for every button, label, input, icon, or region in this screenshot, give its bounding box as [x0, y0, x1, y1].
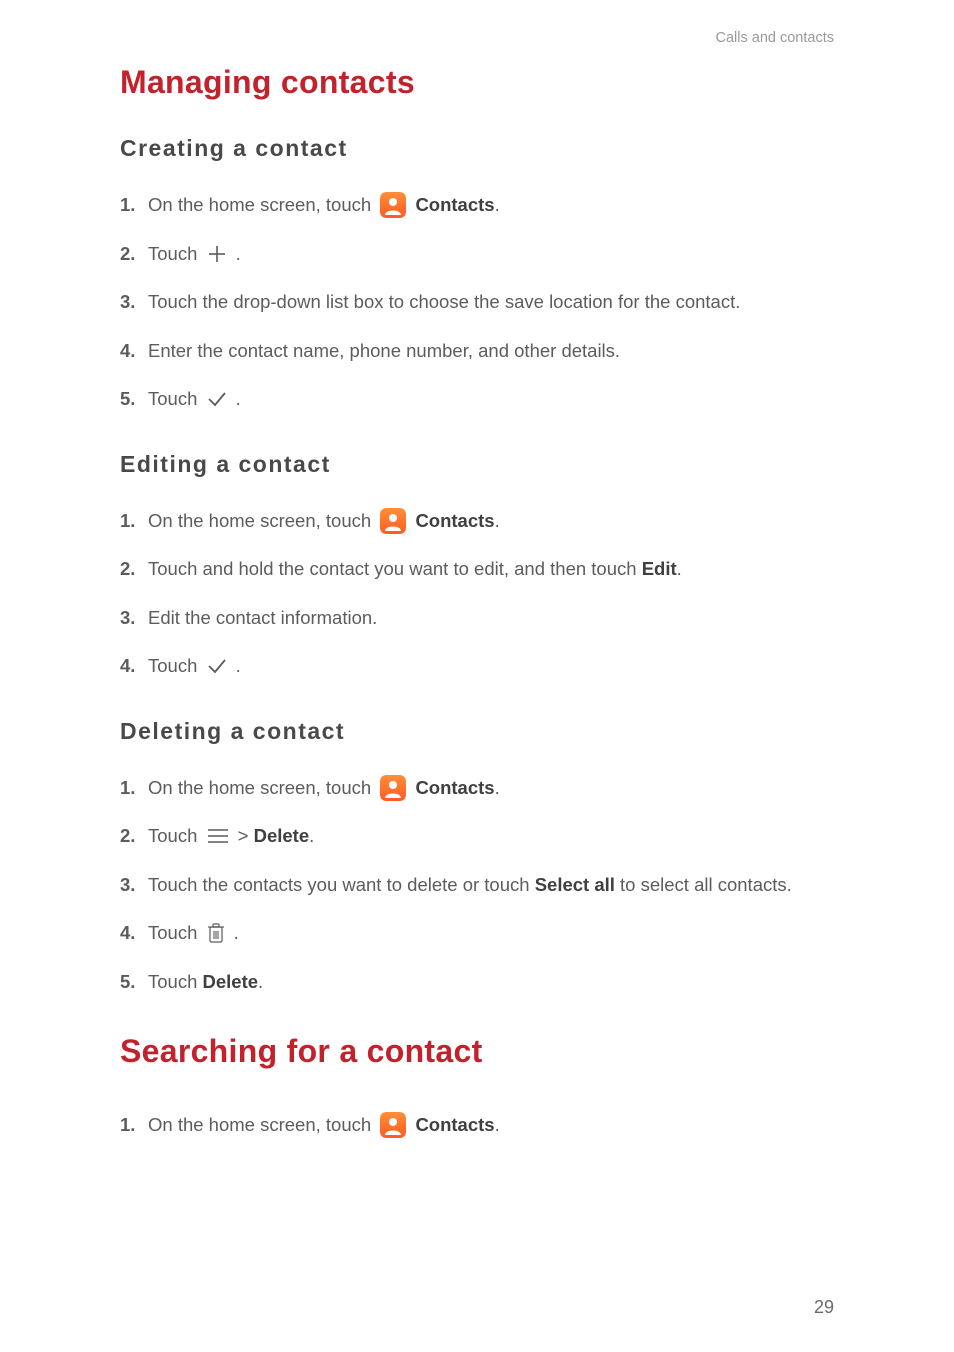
page-number: 29 — [814, 1297, 834, 1318]
step-text: . — [258, 971, 263, 992]
step-item: Touch . — [120, 918, 834, 949]
step-text: On the home screen, touch — [148, 510, 376, 531]
page: Calls and contacts Managing contacts Cre… — [0, 0, 954, 1352]
heading-editing-a-contact: Editing a contact — [120, 451, 834, 478]
step-item: Touch . — [120, 384, 834, 415]
plus-icon — [206, 243, 228, 265]
contacts-label: Contacts — [415, 1114, 494, 1135]
steps-creating: On the home screen, touch Contacts. — [120, 190, 834, 415]
edit-label: Edit — [642, 558, 677, 579]
delete-label: Delete — [203, 971, 259, 992]
step-text: On the home screen, touch — [148, 777, 376, 798]
step-item: Touch the drop-down list box to choose t… — [120, 287, 834, 318]
step-text: Touch — [148, 971, 203, 992]
steps-editing: On the home screen, touch Contacts. Touc… — [120, 506, 834, 682]
contacts-label: Contacts — [415, 777, 494, 798]
contacts-label: Contacts — [415, 194, 494, 215]
step-text: . — [236, 243, 241, 264]
step-item: Touch and hold the contact you want to e… — [120, 554, 834, 585]
step-text: . — [495, 1114, 500, 1135]
step-text: . — [309, 825, 314, 846]
step-item: Edit the contact information. — [120, 603, 834, 634]
step-text: Touch — [148, 922, 203, 943]
contacts-app-icon — [380, 192, 406, 218]
step-item: Enter the contact name, phone number, an… — [120, 336, 834, 367]
steps-searching: On the home screen, touch Contacts. — [120, 1110, 834, 1141]
step-text: Touch the contacts you want to delete or… — [148, 874, 535, 895]
select-all-label: Select all — [535, 874, 615, 895]
step-text: . — [236, 388, 241, 409]
step-item: On the home screen, touch Contacts. — [120, 506, 834, 537]
step-text: . — [495, 194, 500, 215]
contacts-label: Contacts — [415, 510, 494, 531]
step-item: Touch the contacts you want to delete or… — [120, 870, 834, 901]
heading-creating-a-contact: Creating a contact — [120, 135, 834, 162]
step-text: Touch — [148, 825, 203, 846]
step-text: Touch — [148, 243, 203, 264]
contacts-app-icon — [380, 508, 406, 534]
heading-searching-for-a-contact: Searching for a contact — [120, 1033, 834, 1070]
step-text: to select all contacts. — [615, 874, 792, 895]
menu-icon — [206, 826, 230, 846]
heading-managing-contacts: Managing contacts — [120, 64, 834, 101]
step-item: Touch Delete. — [120, 967, 834, 998]
step-text: . — [234, 922, 239, 943]
step-text: Touch — [148, 655, 203, 676]
step-item: Touch . — [120, 651, 834, 682]
trash-icon — [206, 921, 226, 945]
step-text: > — [238, 825, 254, 846]
step-text: Touch and hold the contact you want to e… — [148, 558, 642, 579]
step-text: Edit the contact information. — [148, 607, 377, 628]
step-text: On the home screen, touch — [148, 194, 376, 215]
step-text: Touch — [148, 388, 203, 409]
step-item: On the home screen, touch Contacts. — [120, 190, 834, 221]
step-item: Touch > Delete. — [120, 821, 834, 852]
step-text: . — [677, 558, 682, 579]
running-head: Calls and contacts — [120, 30, 834, 46]
check-icon — [206, 655, 228, 677]
step-text: Touch the drop-down list box to choose t… — [148, 291, 740, 312]
steps-deleting: On the home screen, touch Contacts. Touc… — [120, 773, 834, 998]
contacts-app-icon — [380, 775, 406, 801]
step-text: On the home screen, touch — [148, 1114, 376, 1135]
step-item: Touch . — [120, 239, 834, 270]
step-text: . — [495, 510, 500, 531]
step-text: . — [236, 655, 241, 676]
contacts-app-icon — [380, 1112, 406, 1138]
delete-label: Delete — [254, 825, 310, 846]
heading-deleting-a-contact: Deleting a contact — [120, 718, 834, 745]
step-text: Enter the contact name, phone number, an… — [148, 340, 620, 361]
step-item: On the home screen, touch Contacts. — [120, 1110, 834, 1141]
step-item: On the home screen, touch Contacts. — [120, 773, 834, 804]
step-text: . — [495, 777, 500, 798]
check-icon — [206, 388, 228, 410]
